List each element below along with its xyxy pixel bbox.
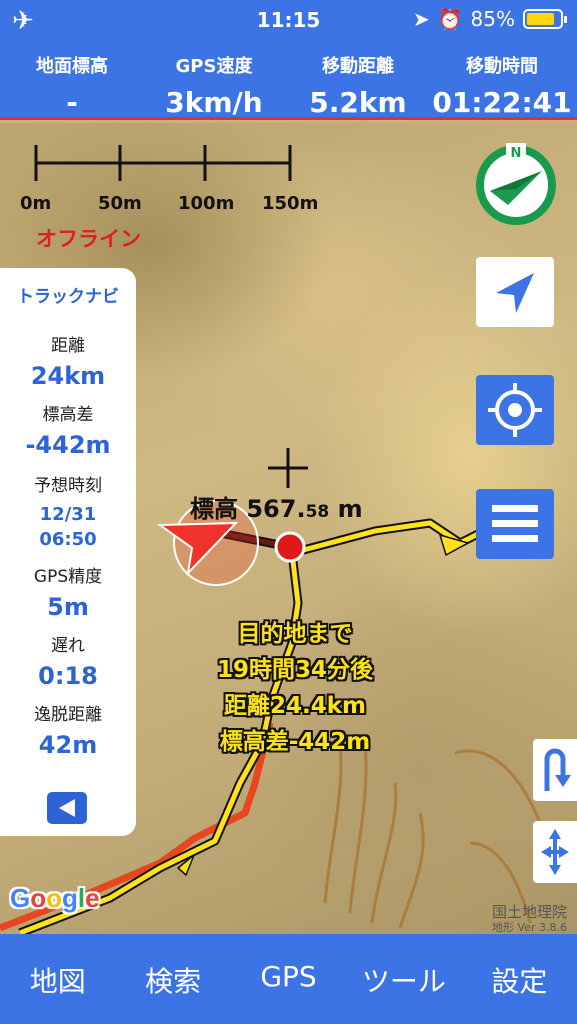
navi-elev-diff-label: 標高差 <box>42 405 94 425</box>
menu-button[interactable] <box>476 489 554 559</box>
navi-deviation-label: 逸脱距離 <box>34 705 102 725</box>
crosshair-icon <box>268 448 308 488</box>
compass-icon: N <box>476 143 556 225</box>
map-scale-bar: 0m 50m 100m 150m <box>20 133 320 214</box>
contour-lines <box>323 742 542 929</box>
ground-elevation: 地面標高 - <box>36 56 108 119</box>
offline-status: オフライン <box>36 227 141 251</box>
navi-deviation-value: 42m <box>38 731 98 759</box>
compass-button[interactable]: N <box>472 141 560 229</box>
pan-button[interactable] <box>533 821 577 883</box>
tab-map[interactable]: 地図 <box>0 934 115 1024</box>
current-location-button[interactable] <box>476 375 554 445</box>
navigation-arrow-icon <box>496 273 534 313</box>
navi-eta-date: 12/31 <box>39 504 97 525</box>
navi-delay-label: 遅れ <box>51 636 85 656</box>
tab-search[interactable]: 検索 <box>115 934 230 1024</box>
tab-settings[interactable]: 設定 <box>462 934 577 1024</box>
tab-tools[interactable]: ツール <box>346 934 461 1024</box>
destination-marker <box>274 531 306 563</box>
location-arrow-icon: ➤ <box>412 7 430 31</box>
map-view[interactable]: 0m 50m 100m 150m オフライン トラックナビ 距離 24km 標高… <box>0 123 577 934</box>
scale-label: 100m <box>178 193 235 214</box>
alarm-icon: ⏰ <box>437 7 463 31</box>
moved-distance: 移動距離 5.2km <box>309 56 407 119</box>
destination-info: 目的地まで 19時間34分後 距離24.4km 標高差-442m <box>216 621 373 755</box>
navi-title: トラックナビ <box>17 287 119 307</box>
map-credit: 国土地理院 地形 Ver 3.8.6 <box>491 903 567 935</box>
target-location-icon <box>488 383 542 437</box>
menu-icon <box>492 505 538 542</box>
navi-gps-accuracy-label: GPS精度 <box>33 567 103 587</box>
gps-speed: GPS速度 3km/h <box>165 56 263 119</box>
tracking-info-header: 地面標高 - GPS速度 3km/h 移動距離 5.2km 移動時間 01:22… <box>0 40 577 120</box>
scale-label: 150m <box>262 193 319 214</box>
svg-text:N: N <box>511 146 522 161</box>
navi-distance-label: 距離 <box>51 336 85 356</box>
battery-icon <box>523 9 567 29</box>
navi-gps-accuracy-value: 5m <box>47 593 89 621</box>
google-logo: Google <box>10 883 100 913</box>
scale-label: 50m <box>98 193 142 214</box>
u-turn-icon <box>544 748 571 791</box>
tab-gps[interactable]: GPS <box>231 934 346 1024</box>
navi-eta-time: 06:50 <box>39 529 97 550</box>
cursor-elevation: 標高 567.58 m <box>190 495 363 523</box>
track-navi-panel: トラックナビ 距離 24km 標高差 -442m 予想時刻 12/31 06:5… <box>0 268 136 836</box>
u-turn-button[interactable] <box>533 739 577 801</box>
triangle-left-icon <box>59 799 75 817</box>
heading-mode-button[interactable] <box>476 257 554 327</box>
battery-percent: 85% <box>470 7 515 31</box>
navi-eta-label: 予想時刻 <box>34 476 102 496</box>
collapse-panel-button[interactable] <box>47 792 87 824</box>
bottom-tab-bar: 地図 検索 GPS ツール 設定 <box>0 934 577 1024</box>
moved-time: 移動時間 01:22:41 <box>432 56 572 119</box>
status-bar: ✈ 11:15 ➤ ⏰ 85% <box>0 0 577 40</box>
scale-label: 0m <box>20 193 52 214</box>
navi-elev-diff-value: -442m <box>25 431 111 459</box>
navi-delay-value: 0:18 <box>38 662 98 690</box>
move-arrows-icon <box>541 829 569 875</box>
navi-distance-value: 24km <box>30 362 106 390</box>
